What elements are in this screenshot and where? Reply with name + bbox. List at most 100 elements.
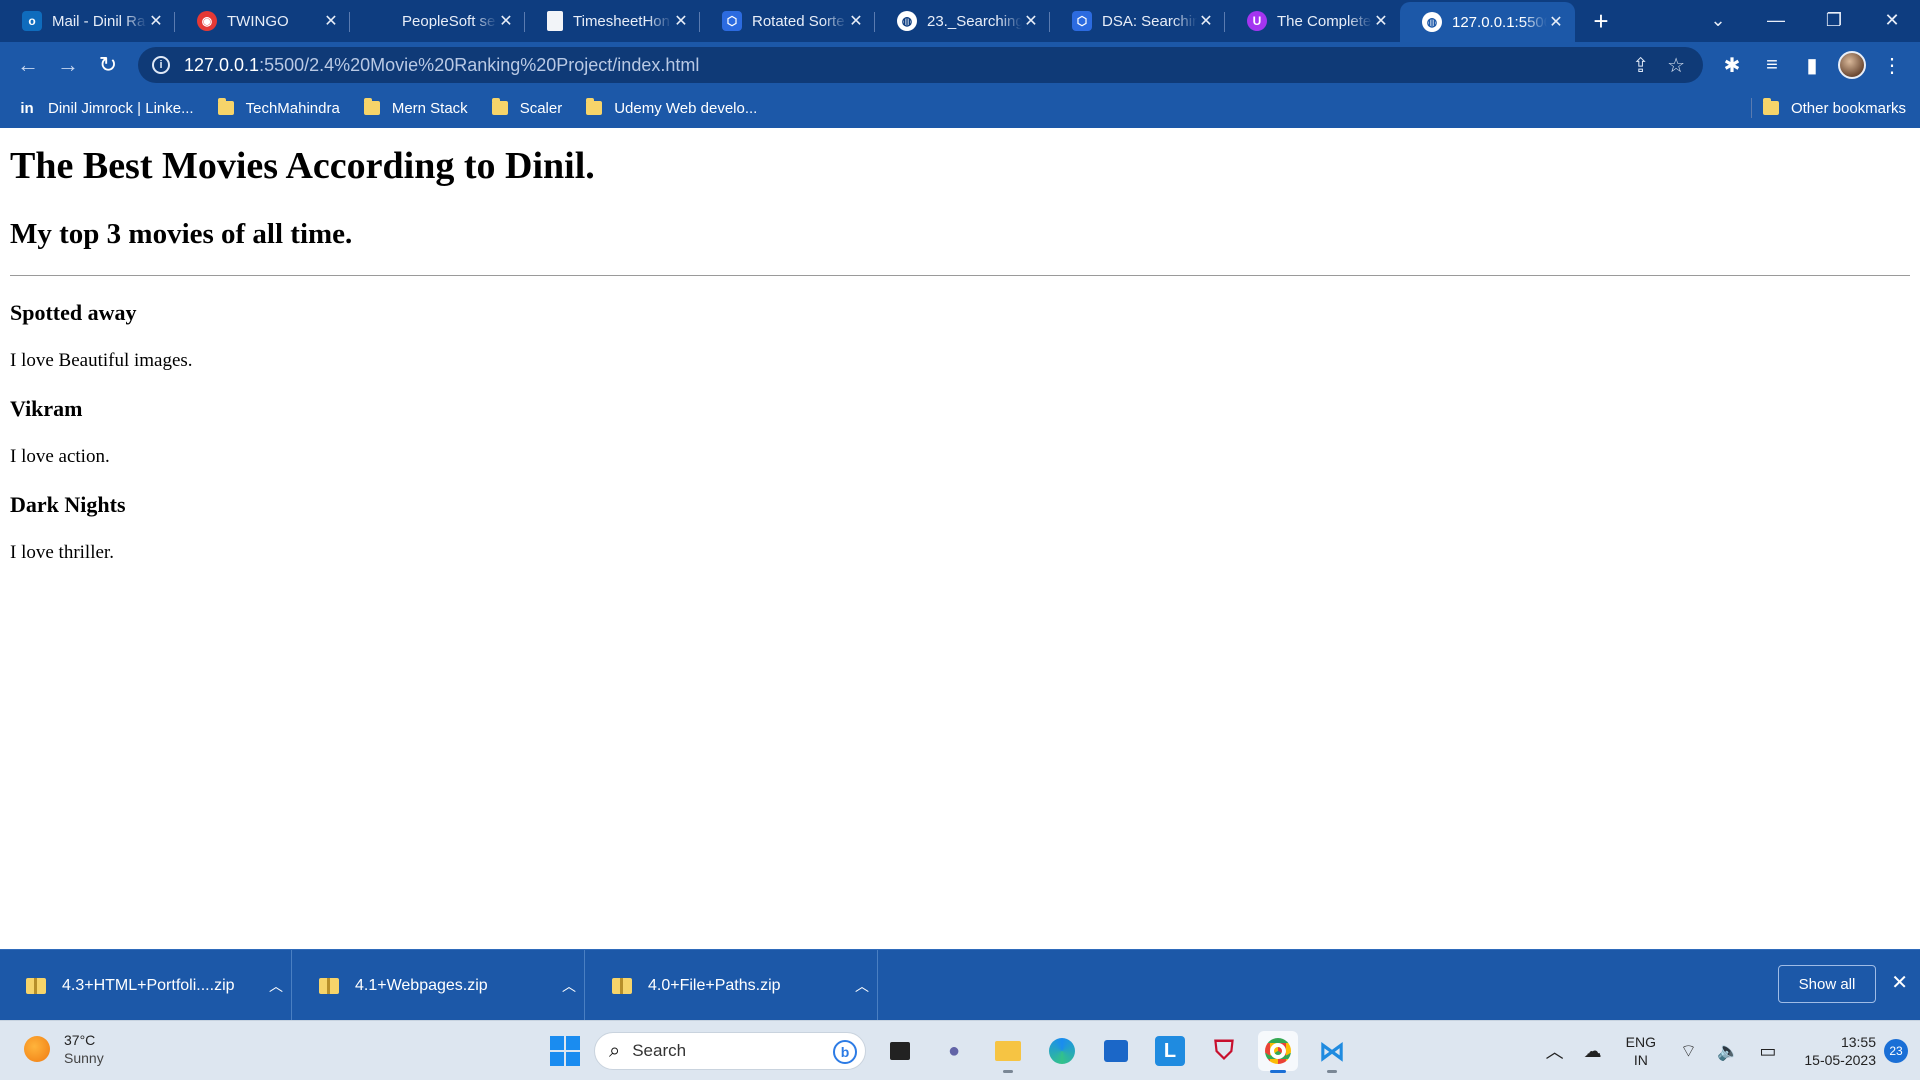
tab-close-icon[interactable]: ✕ [1197, 11, 1215, 31]
language-indicator[interactable]: ENG IN [1626, 1033, 1656, 1069]
file-explorer-icon[interactable] [988, 1031, 1028, 1073]
tab-timesheet[interactable]: TimesheetHon ✕ [525, 0, 700, 42]
globe-icon: ◍ [897, 11, 917, 31]
tab-twingo[interactable]: ◉ TWINGO ✕ [175, 0, 350, 42]
avatar [1838, 51, 1866, 79]
back-icon[interactable]: ← [8, 45, 48, 85]
bing-icon[interactable]: b [833, 1040, 857, 1064]
reload-icon[interactable]: ↻ [88, 45, 128, 85]
restore-icon[interactable]: ❐ [1806, 0, 1862, 40]
tab-close-icon[interactable]: ✕ [1547, 12, 1565, 32]
bookmark-techmahindra[interactable]: TechMahindra [217, 98, 340, 117]
tab-title: The Complete [1277, 12, 1372, 30]
windows-taskbar: 37°C Sunny ⌕ Search b ● L ⛉ ⋈ ︿ ☁ ENG IN… [0, 1020, 1920, 1080]
vscode-icon[interactable]: ⋈ [1312, 1031, 1352, 1073]
movie-title: Vikram [10, 396, 83, 421]
wifi-icon[interactable]: ⌔ [1680, 1040, 1697, 1063]
tab-rotated-sorted[interactable]: ⬡ Rotated Sorte ✕ [700, 0, 875, 42]
microsoft-icon [372, 11, 392, 31]
battery-icon[interactable]: ▭ [1759, 1041, 1776, 1062]
bookmark-scaler[interactable]: Scaler [491, 98, 562, 117]
weather-widget[interactable]: 37°C Sunny [24, 1031, 104, 1067]
microsoft-store-icon[interactable] [1096, 1031, 1136, 1071]
tab-close-icon[interactable]: ✕ [322, 11, 340, 31]
task-view-icon[interactable] [880, 1031, 920, 1071]
page-subtitle: My top 3 movies of all time. [10, 218, 353, 250]
movie-title: Dark Nights [10, 492, 126, 517]
tab-close-icon[interactable]: ✕ [672, 11, 690, 31]
leetcode-icon: ⬡ [1072, 11, 1092, 31]
address-bar[interactable]: i 127.0.0.1:5500/2.4%20Movie%20Ranking%2… [138, 47, 1703, 83]
clock[interactable]: 13:55 15-05-2023 [1804, 1033, 1876, 1069]
chrome-icon[interactable] [1258, 1031, 1298, 1073]
extensions-icon[interactable]: ✱ [1712, 45, 1752, 85]
profile-avatar[interactable] [1832, 45, 1872, 85]
bookmark-mern-stack[interactable]: Mern Stack [363, 98, 468, 117]
search-icon: ⌕ [609, 1039, 621, 1062]
download-item[interactable]: 4.3+HTML+Portfoli....zip ︿ [0, 950, 292, 1021]
tab-close-icon[interactable]: ✕ [497, 11, 515, 31]
mcafee-icon[interactable]: ⛉ [1204, 1031, 1244, 1071]
zip-folder-icon [26, 977, 46, 994]
download-item[interactable]: 4.1+Webpages.zip ︿ [293, 950, 585, 1021]
l-app-icon[interactable]: L [1155, 1036, 1185, 1066]
date: 15-05-2023 [1804, 1052, 1876, 1068]
close-window-icon[interactable]: ✕ [1864, 0, 1920, 40]
tab-search-chevron-icon[interactable]: ⌄ [1690, 0, 1746, 40]
zip-folder-icon [612, 977, 632, 994]
chevron-up-icon[interactable]: ︿ [1546, 1038, 1564, 1064]
divider [10, 275, 1910, 276]
bookmark-linkedin[interactable]: in Dinil Jimrock | Linke... [18, 99, 194, 117]
minimize-icon[interactable]: — [1748, 0, 1804, 40]
side-panel-icon[interactable]: ▮ [1792, 45, 1832, 85]
page-title: The Best Movies According to Dinil. [10, 145, 595, 187]
onedrive-cloud-icon[interactable]: ☁ [1584, 1041, 1602, 1062]
windows-start-icon[interactable] [550, 1036, 580, 1066]
weather-condition: Sunny [64, 1050, 104, 1066]
tab-close-icon[interactable]: ✕ [147, 11, 165, 31]
new-tab-button[interactable]: + [1581, 0, 1621, 42]
site-info-icon[interactable]: i [152, 56, 170, 74]
menu-kebab-icon[interactable]: ⋮ [1872, 45, 1912, 85]
movie-reason: I love action. [10, 446, 110, 467]
bookmarks-bar: in Dinil Jimrock | Linke... TechMahindra… [0, 88, 1920, 128]
tab-udemy[interactable]: U The Complete ✕ [1225, 0, 1400, 42]
media-control-icon[interactable]: ≡ [1752, 45, 1792, 85]
tab-strip: o Mail - Dinil Ra ✕ ◉ TWINGO ✕ PeopleSof… [0, 0, 1920, 42]
tab-close-icon[interactable]: ✕ [847, 11, 865, 31]
sun-icon [24, 1036, 50, 1062]
tab-title: DSA: Searchin [1102, 12, 1197, 30]
chevron-up-icon[interactable]: ︿ [847, 976, 877, 996]
other-bookmarks[interactable]: Other bookmarks [1762, 88, 1906, 128]
teams-chat-icon[interactable]: ● [934, 1031, 974, 1071]
linkedin-icon: in [20, 99, 34, 117]
volume-icon[interactable]: 🔈 [1717, 1041, 1739, 1062]
tab-close-icon[interactable]: ✕ [1372, 11, 1390, 31]
chevron-up-icon[interactable]: ︿ [261, 976, 291, 996]
tab-localhost[interactable]: ◍ 127.0.0.1:5500 ✕ [1400, 2, 1575, 42]
tab-dsa-searching[interactable]: ⬡ DSA: Searchin ✕ [1050, 0, 1225, 42]
bookmark-udemy[interactable]: Udemy Web develo... [586, 98, 757, 117]
close-icon[interactable]: ✕ [1891, 970, 1908, 995]
notification-badge[interactable]: 23 [1884, 1039, 1908, 1063]
download-item[interactable]: 4.0+File+Paths.zip ︿ [586, 950, 878, 1021]
chevron-up-icon[interactable]: ︿ [554, 976, 584, 996]
tab-title: TimesheetHon [573, 12, 670, 30]
globe-icon: ◍ [1422, 12, 1442, 32]
bookmark-label: TechMahindra [245, 99, 340, 117]
edge-browser-icon[interactable] [1042, 1031, 1082, 1071]
bookmark-label: Dinil Jimrock | Linke... [48, 99, 194, 117]
url-host: 127.0.0.1 [184, 54, 260, 75]
share-icon[interactable]: ⇪ [1632, 53, 1649, 78]
taskbar-search[interactable]: ⌕ Search b [594, 1032, 866, 1070]
tab-peoplesoft[interactable]: PeopleSoft se ✕ [350, 0, 525, 42]
forward-icon[interactable]: → [48, 45, 88, 85]
bookmark-star-icon[interactable]: ☆ [1667, 53, 1685, 78]
download-filename: 4.3+HTML+Portfoli....zip [62, 976, 235, 994]
tab-searching[interactable]: ◍ 23._Searching ✕ [875, 0, 1050, 42]
show-all-button[interactable]: Show all [1778, 965, 1876, 1003]
tab-close-icon[interactable]: ✕ [1022, 11, 1040, 31]
web-page: The Best Movies According to Dinil. My t… [0, 128, 1920, 949]
tab-mail[interactable]: o Mail - Dinil Ra ✕ [0, 0, 175, 42]
language-code: ENG [1625, 1034, 1657, 1050]
